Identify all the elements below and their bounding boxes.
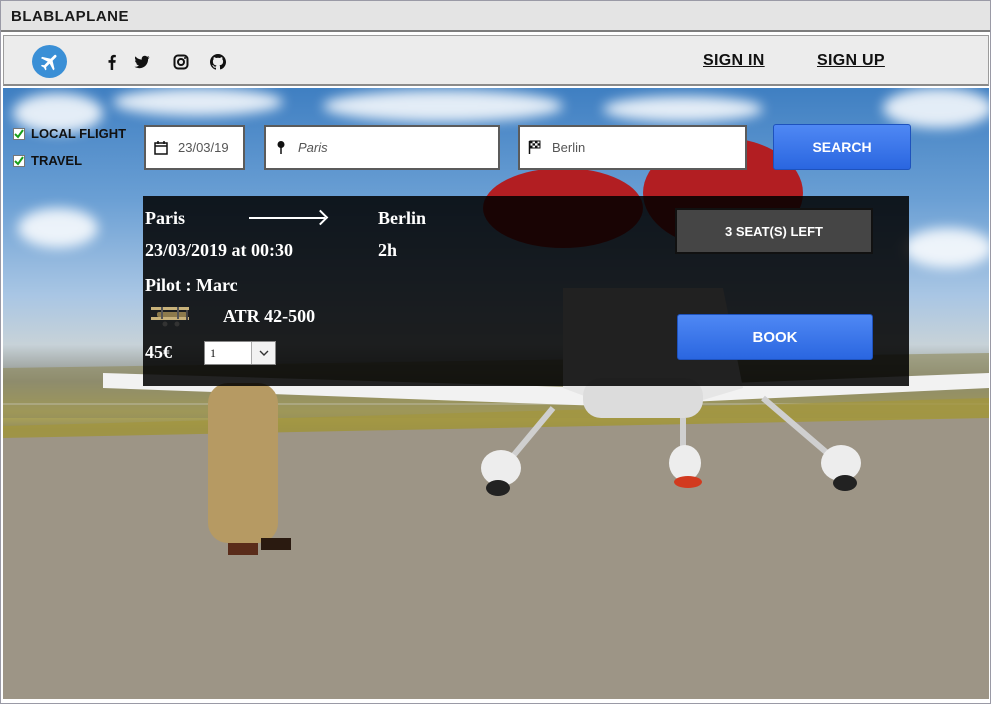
checkbox-checked-icon[interactable] [13, 154, 25, 167]
result-aircraft: ATR 42-500 [223, 306, 316, 326]
destination-value: Berlin [552, 140, 586, 155]
result-from: Paris [145, 208, 185, 228]
date-input[interactable]: 23/03/19 [144, 125, 245, 170]
travel-label: TRAVEL [31, 153, 83, 168]
chevron-down-icon[interactable] [251, 342, 275, 364]
local-flight-label: LOCAL FLIGHT [31, 126, 127, 141]
result-pilot: Pilot : Marc [145, 275, 238, 295]
arrow-right-icon [249, 217, 325, 219]
search-button[interactable]: SEARCH [773, 124, 911, 170]
seat-quantity-value: 1 [210, 345, 216, 360]
seat-quantity-select[interactable]: 1 [204, 341, 276, 365]
title-bar: BLABLAPLANE [1, 1, 990, 32]
sign-in-link[interactable]: SIGN IN [703, 52, 765, 70]
checkbox-checked-icon[interactable] [13, 127, 25, 140]
result-price: 45€ [145, 342, 172, 362]
app-window: BLABLAPLANE SIGN IN SIGN UP LOCAL FLIGHT… [0, 0, 991, 704]
sign-up-link[interactable]: SIGN UP [817, 52, 885, 70]
result-to: Berlin [378, 208, 426, 228]
destination-input[interactable]: Berlin [518, 125, 747, 170]
instagram-icon[interactable] [172, 53, 190, 71]
local-flight-checkbox[interactable]: LOCAL FLIGHT [13, 126, 126, 141]
flight-result-card: Paris Berlin 23/03/2019 at 00:30 2h Pilo… [143, 196, 909, 386]
departure-value: Paris [298, 140, 328, 155]
book-button[interactable]: BOOK [677, 314, 873, 360]
date-value: 23/03/19 [178, 140, 229, 155]
airplane-photo [3, 138, 989, 699]
result-duration: 2h [378, 240, 398, 260]
seats-left-badge: 3 SEAT(S) LEFT [675, 208, 873, 254]
app-title: BLABLAPLANE [11, 8, 129, 25]
biplane-icon [145, 304, 195, 333]
calendar-icon [154, 140, 168, 156]
airplane-logo-icon[interactable] [32, 45, 67, 78]
checkered-flag-icon [528, 140, 542, 156]
map-pin-icon [274, 140, 288, 156]
travel-checkbox[interactable]: TRAVEL [13, 153, 82, 168]
result-datetime: 23/03/2019 at 00:30 [145, 240, 293, 260]
facebook-icon[interactable] [103, 53, 121, 71]
hero-background: LOCAL FLIGHT TRAVEL 23/03/19 Paris Berli… [3, 88, 989, 699]
twitter-icon[interactable] [133, 53, 151, 71]
github-icon[interactable] [209, 53, 227, 71]
navbar: SIGN IN SIGN UP [3, 35, 989, 86]
departure-input[interactable]: Paris [264, 125, 500, 170]
